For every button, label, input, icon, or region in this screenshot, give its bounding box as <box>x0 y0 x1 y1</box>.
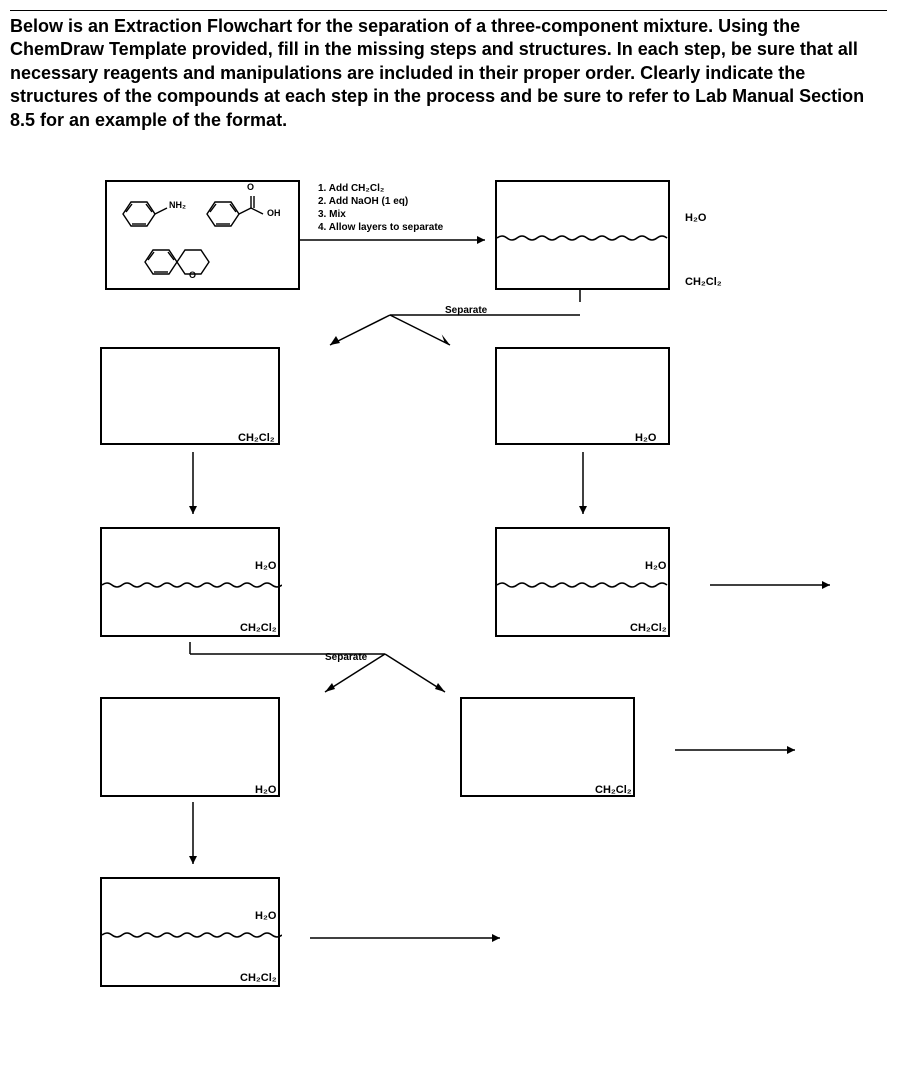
step-1: 1. Add CH₂Cl₂ <box>318 182 443 195</box>
box-left-h2o-3 <box>100 697 280 797</box>
label-right-ch2cl2-2: CH₂Cl₂ <box>630 622 667 634</box>
box-right-biphasic <box>495 527 670 637</box>
arrow-bottom-out <box>310 930 510 950</box>
arrow-right-out-1 <box>710 577 840 597</box>
box-right-h2o <box>495 347 670 445</box>
label-h2o-1: H₂O <box>685 212 706 224</box>
arrow-left-down-1 <box>185 452 205 522</box>
flowchart-canvas: NH₂ O OH O 1. Add CH₂Cl₂ 2. Add NaOH (1 … <box>10 152 887 1072</box>
label-left-ch2cl2: CH₂Cl₂ <box>238 432 275 444</box>
instruction-text: Below is an Extraction Flowchart for the… <box>10 10 887 132</box>
arrow-left-down-2 <box>185 802 205 872</box>
label-left-h2o-2: H₂O <box>255 560 276 572</box>
box-right-ch2cl2-3 <box>460 697 635 797</box>
label-bottom-ch2cl2: CH₂Cl₂ <box>240 972 277 984</box>
step-3: 3. Mix <box>318 208 443 221</box>
box-biphasic-1 <box>495 180 670 290</box>
label-ch2cl2-1: CH₂Cl₂ <box>685 276 722 288</box>
label-bottom-h2o: H₂O <box>255 910 276 922</box>
label-right-h2o: H₂O <box>635 432 656 444</box>
wavy-divider-1 <box>497 234 672 242</box>
fork-arrows-2 <box>185 642 585 697</box>
box-bottom-biphasic <box>100 877 280 987</box>
steps-list: 1. Add CH₂Cl₂ 2. Add NaOH (1 eq) 3. Mix … <box>318 182 443 234</box>
label-right-h2o-2: H₂O <box>645 560 666 572</box>
box-left-ch2cl2 <box>100 347 280 445</box>
wavy-divider-bottom <box>102 931 282 939</box>
arrow-right-out-2 <box>675 742 805 762</box>
struct-benzoic-acid <box>197 190 277 238</box>
arrow-start-to-biphasic <box>300 232 495 252</box>
wavy-divider-right <box>497 581 672 589</box>
box-start: NH₂ O OH O <box>105 180 300 290</box>
box-left-biphasic <box>100 527 280 637</box>
label-left-ch2cl2-2: CH₂Cl₂ <box>240 622 277 634</box>
label-left-h2o-3: H₂O <box>255 784 276 796</box>
fork-arrows-1 <box>210 290 710 350</box>
label-nh2: NH₂ <box>169 200 186 210</box>
label-oh: OH <box>267 208 281 218</box>
label-ring-o: O <box>189 270 196 280</box>
arrow-right-down-1 <box>575 452 595 522</box>
label-carbonyl-o: O <box>247 182 254 192</box>
struct-bicyclic <box>137 242 217 286</box>
wavy-divider-left <box>102 581 282 589</box>
step-2: 2. Add NaOH (1 eq) <box>318 195 443 208</box>
label-right-ch2cl2-3: CH₂Cl₂ <box>595 784 632 796</box>
